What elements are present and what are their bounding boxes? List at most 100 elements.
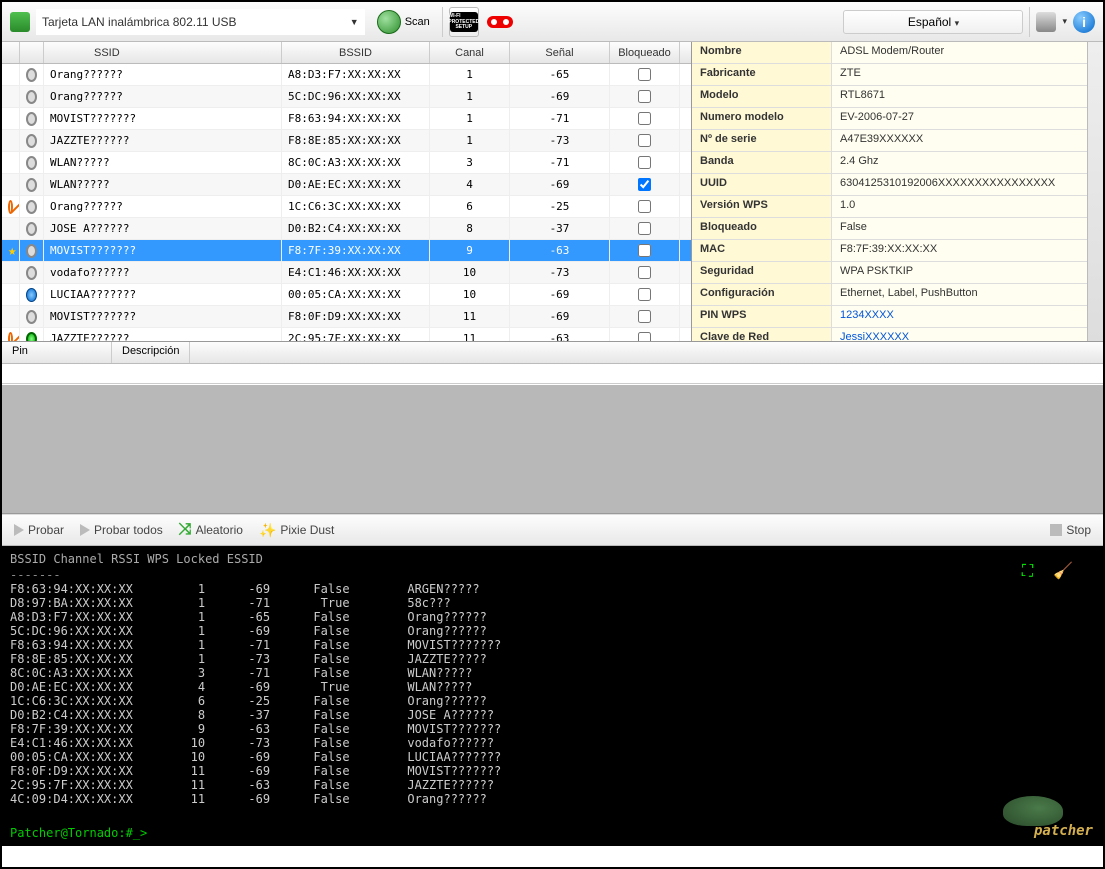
scrollbar[interactable] bbox=[1087, 42, 1103, 341]
bssid-cell: 00:05:CA:XX:XX:XX bbox=[282, 284, 430, 305]
probar-todos-button[interactable]: Probar todos bbox=[76, 521, 167, 539]
pin-col[interactable]: Pin bbox=[2, 342, 112, 363]
table-row[interactable]: ★MOVIST???????F8:7F:39:XX:XX:XX9-63 bbox=[2, 240, 691, 262]
terminal-line: D0:AE:EC:XX:XX:XX 4 -69 True WLAN????? bbox=[10, 680, 1095, 694]
locked-checkbox[interactable] bbox=[638, 178, 651, 191]
pixie-button[interactable]: ✨Pixie Dust bbox=[255, 520, 338, 541]
wps-setup-button[interactable]: WI-FI PROTECTED bbox=[449, 7, 479, 37]
signal-icon bbox=[26, 112, 37, 126]
property-row: PIN WPS1234XXXX bbox=[692, 306, 1087, 328]
terminal-line: D8:97:BA:XX:XX:XX 1 -71 True 58c??? bbox=[10, 596, 1095, 610]
prop-key: Seguridad bbox=[692, 262, 832, 283]
table-row[interactable]: WLAN?????8C:0C:A3:XX:XX:XX3-71 bbox=[2, 152, 691, 174]
locked-checkbox[interactable] bbox=[638, 200, 651, 213]
terminal[interactable]: BSSID Channel RSSI WPS Locked ESSID ----… bbox=[2, 546, 1103, 846]
bssid-cell: D0:B2:C4:XX:XX:XX bbox=[282, 218, 430, 239]
table-row[interactable]: Orang??????A8:D3:F7:XX:XX:XX1-65 bbox=[2, 64, 691, 86]
signal-icon bbox=[26, 90, 37, 104]
prop-value: 1234XXXX bbox=[832, 306, 1087, 327]
table-row[interactable]: JAZZTE??????2C:95:7F:XX:XX:XX11-63 bbox=[2, 328, 691, 341]
table-row[interactable]: JAZZTE??????F8:8E:85:XX:XX:XX1-73 bbox=[2, 130, 691, 152]
col-status[interactable] bbox=[2, 42, 20, 63]
action-toolbar: Probar Probar todos ⤨Aleatorio ✨Pixie Du… bbox=[2, 514, 1103, 546]
locked-checkbox[interactable] bbox=[638, 332, 651, 341]
fullscreen-icon[interactable]: ⛶ bbox=[1022, 564, 1033, 578]
info-icon[interactable]: i bbox=[1073, 11, 1095, 33]
stop-button[interactable]: Stop bbox=[1046, 521, 1095, 539]
table-row[interactable]: MOVIST???????F8:0F:D9:XX:XX:XX11-69 bbox=[2, 306, 691, 328]
chevron-down-icon[interactable]: ▾ bbox=[1062, 16, 1067, 27]
table-row[interactable]: LUCIAA???????00:05:CA:XX:XX:XX10-69 bbox=[2, 284, 691, 306]
senal-cell: -71 bbox=[510, 108, 610, 129]
signal-icon bbox=[26, 200, 37, 214]
terminal-line: E4:C1:46:XX:XX:XX 10 -73 False vodafo???… bbox=[10, 736, 1095, 750]
table-row[interactable]: Orang??????1C:C6:3C:XX:XX:XX6-25 bbox=[2, 196, 691, 218]
locked-checkbox[interactable] bbox=[638, 288, 651, 301]
terminal-line: 5C:DC:96:XX:XX:XX 1 -69 False Orang?????… bbox=[10, 624, 1095, 638]
pixie-label: Pixie Dust bbox=[280, 523, 334, 537]
col-signal[interactable] bbox=[20, 42, 44, 63]
senal-cell: -71 bbox=[510, 152, 610, 173]
language-dropdown[interactable]: Español ▾ bbox=[843, 10, 1023, 34]
star-icon: ★ bbox=[8, 243, 16, 259]
adapter-dropdown[interactable]: Tarjeta LAN inalámbrica 802.11 USB ▼ bbox=[36, 9, 365, 35]
play-icon bbox=[80, 524, 90, 536]
table-row[interactable]: WLAN?????D0:AE:EC:XX:XX:XX4-69 bbox=[2, 174, 691, 196]
terminal-line: F8:63:94:XX:XX:XX 1 -69 False ARGEN????? bbox=[10, 582, 1095, 596]
pin-body[interactable] bbox=[2, 364, 1103, 384]
bssid-cell: F8:0F:D9:XX:XX:XX bbox=[282, 306, 430, 327]
table-row[interactable]: vodafo??????E4:C1:46:XX:XX:XX10-73 bbox=[2, 262, 691, 284]
property-row: Banda2.4 Ghz bbox=[692, 152, 1087, 174]
property-row: Clave de RedJessiXXXXXX bbox=[692, 328, 1087, 341]
terminal-line: 2C:95:7F:XX:XX:XX 11 -63 False JAZZTE???… bbox=[10, 778, 1095, 792]
senal-cell: -73 bbox=[510, 262, 610, 283]
senal-cell: -69 bbox=[510, 306, 610, 327]
clear-icon[interactable]: 🧹 bbox=[1053, 564, 1073, 578]
grid-body[interactable]: Orang??????A8:D3:F7:XX:XX:XX1-65Orang???… bbox=[2, 64, 691, 341]
locked-checkbox[interactable] bbox=[638, 266, 651, 279]
bssid-cell: A8:D3:F7:XX:XX:XX bbox=[282, 64, 430, 85]
prop-value: EV-2006-07-27 bbox=[832, 108, 1087, 129]
properties-panel: NombreADSL Modem/RouterFabricanteZTEMode… bbox=[692, 42, 1103, 341]
locked-checkbox[interactable] bbox=[638, 134, 651, 147]
col-bloqueado[interactable]: Bloqueado bbox=[610, 42, 680, 63]
property-row: Versión WPS1.0 bbox=[692, 196, 1087, 218]
locked-checkbox[interactable] bbox=[638, 112, 651, 125]
locked-checkbox[interactable] bbox=[638, 90, 651, 103]
col-canal[interactable]: Canal bbox=[430, 42, 510, 63]
aleatorio-button[interactable]: ⤨Aleatorio bbox=[175, 519, 247, 541]
canal-cell: 10 bbox=[430, 284, 510, 305]
prop-value: ZTE bbox=[832, 64, 1087, 85]
table-row[interactable]: Orang??????5C:DC:96:XX:XX:XX1-69 bbox=[2, 86, 691, 108]
property-row: SeguridadWPA PSKTKIP bbox=[692, 262, 1087, 284]
shuffle-icon: ⤨ bbox=[179, 521, 192, 539]
table-row[interactable]: JOSE A??????D0:B2:C4:XX:XX:XX8-37 bbox=[2, 218, 691, 240]
mask-button[interactable] bbox=[485, 7, 515, 37]
network-grid: SSID BSSID Canal Señal Bloqueado Orang??… bbox=[2, 42, 692, 341]
probar-button[interactable]: Probar bbox=[10, 521, 68, 539]
ssid-cell: Orang?????? bbox=[44, 64, 282, 85]
grid-header: SSID BSSID Canal Señal Bloqueado bbox=[2, 42, 691, 64]
prop-value: ADSL Modem/Router bbox=[832, 42, 1087, 63]
terminal-line: F8:0F:D9:XX:XX:XX 11 -69 False MOVIST???… bbox=[10, 764, 1095, 778]
locked-checkbox[interactable] bbox=[638, 68, 651, 81]
database-icon[interactable] bbox=[1036, 12, 1056, 32]
scan-icon bbox=[377, 10, 401, 34]
locked-checkbox[interactable] bbox=[638, 244, 651, 257]
chevron-down-icon: ▼ bbox=[350, 17, 359, 27]
col-bssid[interactable]: BSSID bbox=[282, 42, 430, 63]
table-row[interactable]: MOVIST???????F8:63:94:XX:XX:XX1-71 bbox=[2, 108, 691, 130]
col-ssid[interactable]: SSID bbox=[44, 42, 282, 63]
separator bbox=[1029, 7, 1030, 37]
ssid-cell: MOVIST??????? bbox=[44, 306, 282, 327]
signal-icon bbox=[26, 266, 37, 280]
col-senal[interactable]: Señal bbox=[510, 42, 610, 63]
desc-col[interactable]: Descripción bbox=[112, 342, 190, 363]
locked-checkbox[interactable] bbox=[638, 222, 651, 235]
prop-value: 6304125310192006XXXXXXXXXXXXXXXX bbox=[832, 174, 1087, 195]
locked-checkbox[interactable] bbox=[638, 156, 651, 169]
scan-button[interactable]: Scan bbox=[371, 8, 436, 36]
locked-checkbox[interactable] bbox=[638, 310, 651, 323]
prop-value: RTL8671 bbox=[832, 86, 1087, 107]
ssid-cell: JOSE A?????? bbox=[44, 218, 282, 239]
